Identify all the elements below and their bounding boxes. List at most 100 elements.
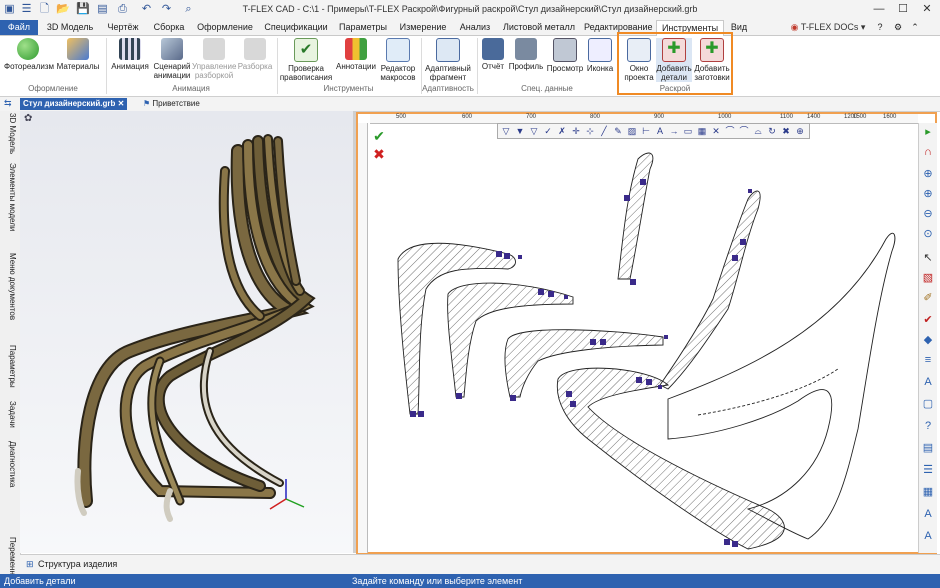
photorealism-button[interactable]: Фотореализм <box>4 38 54 71</box>
remove-filter-icon[interactable]: ✗ <box>556 125 568 137</box>
panel-tab-diagnostics[interactable]: Диагностика <box>3 441 17 487</box>
tab-parameters[interactable]: Параметры <box>336 20 390 35</box>
frame-icon[interactable]: ▢ <box>921 397 935 411</box>
arrow-icon[interactable]: → <box>668 125 680 137</box>
collapse-ribbon-icon[interactable]: ⌃ <box>908 20 922 35</box>
explode-button[interactable]: Разборка <box>236 38 274 71</box>
detail-icon[interactable]: ▭ <box>682 125 694 137</box>
check-red-icon[interactable]: ✔ <box>921 313 935 327</box>
flag-icon: ⚑ <box>143 99 151 108</box>
animation-button[interactable]: Анимация <box>108 38 152 71</box>
tab-drawing[interactable]: Чертёж <box>102 20 144 35</box>
panel-tab-model-elements[interactable]: Элементы модели <box>3 163 17 231</box>
snap-mid-icon[interactable]: ⌒ <box>738 125 750 137</box>
tab-file[interactable]: Файл <box>0 20 38 35</box>
annotations-button[interactable]: Аннотации <box>334 38 378 71</box>
script-icon <box>161 38 183 60</box>
snap-curve-icon[interactable]: ↻ <box>766 125 778 137</box>
check-filter-icon[interactable]: ✓ <box>542 125 554 137</box>
snap-tangent-icon[interactable]: ⌓ <box>752 125 764 137</box>
doc-tab-chair[interactable]: Стул дизайнерский.grb ✕ <box>20 98 128 110</box>
animation-script-button[interactable]: Сценарий анимации <box>152 38 192 80</box>
magnet-icon[interactable]: ∩ <box>921 145 935 159</box>
hatch-icon[interactable]: ▨ <box>626 125 638 137</box>
sheets-icon[interactable]: ▤ <box>921 441 935 455</box>
help-frame-icon[interactable]: ? <box>921 419 935 433</box>
minimize-button[interactable]: — <box>868 2 890 17</box>
pencils-icon <box>345 38 367 60</box>
table-icon[interactable]: ▦ <box>921 485 935 499</box>
panel-tab-3d-model[interactable]: 3D Модель <box>3 113 17 154</box>
grid-icon[interactable]: ▦ <box>696 125 708 137</box>
layers-icon[interactable]: ≡ <box>921 353 935 367</box>
node-icon[interactable]: ✛ <box>570 125 582 137</box>
line-icon[interactable]: ╱ <box>598 125 610 137</box>
materials-button[interactable]: Материалы <box>54 38 102 71</box>
tab-3d-model[interactable]: 3D Модель <box>40 20 100 35</box>
document-tabs: ⇆ Стул дизайнерский.grb ✕ ⚑ Приветствие <box>0 97 940 112</box>
fonts-icon[interactable]: A <box>921 507 935 521</box>
zoom-in-icon[interactable]: ⊕ <box>921 187 935 201</box>
filter-add-icon[interactable]: ▽ <box>528 125 540 137</box>
hatch-tool-icon[interactable]: ▧ <box>921 271 935 285</box>
explode-label: Разборка <box>237 62 273 71</box>
tab-assembly[interactable]: Сборка <box>146 20 192 35</box>
font-small-icon[interactable]: A <box>921 529 935 543</box>
explode-manage-button[interactable]: Управление разборкой <box>192 38 236 80</box>
film-icon <box>119 38 141 60</box>
expand-icon[interactable]: ▸ <box>921 125 935 139</box>
cube-icon[interactable]: ◆ <box>921 333 935 347</box>
adaptive-fragment-button[interactable]: Адаптивный фрагмент <box>423 38 473 82</box>
point-icon[interactable]: ⊹ <box>584 125 596 137</box>
doc-tab-chair-label: Стул дизайнерский.grb <box>23 99 116 108</box>
tab-design[interactable]: Оформление <box>194 20 256 35</box>
close-icon[interactable]: ✕ <box>118 99 125 108</box>
pointer-icon[interactable]: ↖ <box>921 251 935 265</box>
zoom-icon[interactable]: ⊕ <box>921 167 935 181</box>
macro-editor-button[interactable]: Редактор макросов <box>378 38 418 82</box>
tab-measure[interactable]: Измерение <box>394 20 452 35</box>
tab-specifications[interactable]: Спецификации <box>260 20 332 35</box>
snap-end-icon[interactable]: ⌒ <box>724 125 736 137</box>
list-icon[interactable]: ☰ <box>921 463 935 477</box>
cross-snap-icon[interactable]: ✕ <box>710 125 722 137</box>
doc-tab-welcome[interactable]: ⚑ Приветствие <box>140 98 203 110</box>
docs-switch[interactable]: ◉ T-FLEX DOCs ▾ <box>786 20 870 35</box>
gear-icon[interactable]: ⚙ <box>890 20 906 35</box>
snap-settings-icon[interactable]: ⊕ <box>794 125 806 137</box>
snap-off-icon[interactable]: ✖ <box>780 125 792 137</box>
panel-tab-documents-menu[interactable]: Меню документов <box>3 253 17 320</box>
filter-icon[interactable]: ▽ <box>500 125 512 137</box>
zoom-fit-icon[interactable]: ⊙ <box>921 227 935 241</box>
group-label-spec-data: Спец. данные <box>521 84 573 93</box>
dimension-icon[interactable]: ⊢ <box>640 125 652 137</box>
tab-sheet-metal[interactable]: Листовой металл <box>498 20 580 35</box>
brush-icon[interactable]: ✐ <box>921 291 935 305</box>
chair-3d-model[interactable] <box>20 111 353 553</box>
panel-tab-parameters[interactable]: Параметры <box>3 345 17 388</box>
title-bar: ▣ ☰ 🗋 📂 💾 ▤ ⎙ ↶ ↷ ⌕ T-FLEX CAD - C:\1 - … <box>0 0 940 20</box>
icon-button[interactable]: Иконка <box>585 38 615 73</box>
preview-button[interactable]: Просмотр <box>545 38 585 73</box>
zoom-out-icon[interactable]: ⊖ <box>921 207 935 221</box>
report-button[interactable]: Отчёт <box>479 38 507 71</box>
nesting-drawing[interactable] <box>368 139 916 553</box>
structure-panel-tab[interactable]: ⊞ Структура изделия <box>20 554 940 575</box>
window-title: T-FLEX CAD - C:\1 - Примеры\T-FLEX Раскр… <box>242 4 698 14</box>
spellcheck-button[interactable]: ✔ Проверка правописания <box>279 38 333 82</box>
preview-label: Просмотр <box>546 64 584 73</box>
panel-tab-tasks[interactable]: Задачи <box>3 401 17 428</box>
tab-analysis[interactable]: Анализ <box>456 20 494 35</box>
text-icon[interactable]: A <box>654 125 666 137</box>
pin-icon[interactable]: ⇆ <box>4 98 16 109</box>
group-label-animation: Анимация <box>172 84 210 93</box>
help-icon[interactable]: ? <box>872 20 888 35</box>
profile-button[interactable]: Профиль <box>508 38 544 71</box>
annotations-label: Аннотации <box>336 62 376 71</box>
3d-viewport[interactable]: ✿ <box>20 111 353 553</box>
pen-icon[interactable]: ✎ <box>612 125 624 137</box>
filter-select-icon[interactable]: ▼ <box>514 125 526 137</box>
text-style-icon[interactable]: A <box>921 375 935 389</box>
maximize-button[interactable]: ☐ <box>892 2 914 17</box>
close-window-button[interactable]: ✕ <box>916 2 938 17</box>
